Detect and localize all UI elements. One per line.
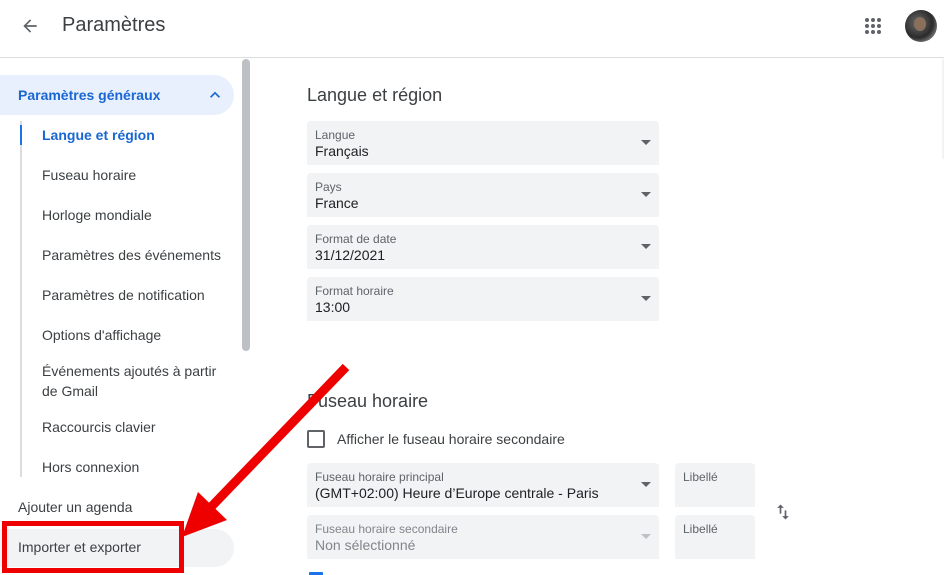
sidebar-item-display-options[interactable]: Options d'affichage (42, 325, 232, 345)
field-value: 13:00 (315, 299, 351, 315)
country-select[interactable]: Pays France (307, 173, 659, 217)
dropdown-caret-icon (641, 244, 651, 249)
date-format-select[interactable]: Format de date 31/12/2021 (307, 225, 659, 269)
dropdown-caret-icon (641, 534, 651, 539)
field-label: Fuseau horaire secondaire (315, 522, 458, 536)
apps-grid-icon (865, 18, 881, 34)
secondary-timezone-checkbox[interactable] (307, 430, 325, 448)
field-value: (GMT+02:00) Heure d’Europe centrale - Pa… (315, 485, 599, 501)
checkbox-label: Afficher le fuseau horaire secondaire (337, 431, 565, 447)
annotation-highlight-box (2, 521, 184, 573)
field-label: Langue (315, 128, 356, 142)
sidebar-item-gmail-events[interactable]: Événements ajoutés à partir de Gmail (42, 361, 232, 401)
user-avatar[interactable] (905, 10, 937, 42)
swap-timezones-button[interactable] (770, 499, 796, 525)
subnav-divider (20, 121, 22, 477)
arrow-back-icon (23, 19, 37, 33)
active-indicator (20, 125, 22, 145)
sidebar-item-offline[interactable]: Hors connexion (42, 457, 232, 477)
field-label: Libellé (683, 522, 718, 536)
secondary-timezone-select[interactable]: Fuseau horaire secondaire Non sélectionn… (307, 515, 659, 559)
section-title-timezone: Fuseau horaire (307, 391, 429, 411)
sidebar-item-world-clock[interactable]: Horloge mondiale (42, 205, 232, 225)
secondary-timezone-toggle[interactable]: Afficher le fuseau horaire secondaire (307, 429, 565, 449)
sidebar-item-language-region[interactable]: Langue et région (42, 125, 232, 145)
language-select[interactable]: Langue Français (307, 121, 659, 165)
sidebar-item-general-settings[interactable]: Paramètres généraux (0, 75, 234, 115)
sidebar-item-event-settings[interactable]: Paramètres des événements (42, 245, 232, 265)
secondary-timezone-label-input[interactable]: Libellé (675, 515, 755, 559)
field-label: Libellé (683, 470, 718, 484)
field-label: Pays (315, 180, 342, 194)
apps-button[interactable] (853, 6, 893, 46)
sidebar-item-keyboard-shortcuts[interactable]: Raccourcis clavier (42, 417, 232, 437)
field-label: Format horaire (315, 284, 394, 298)
app-header: Paramètres (0, 0, 944, 58)
dropdown-caret-icon (641, 296, 651, 301)
primary-timezone-label-input[interactable]: Libellé (675, 463, 755, 507)
field-value: 31/12/2021 (315, 247, 386, 263)
field-value: Non sélectionné (315, 537, 416, 553)
chevron-up-icon[interactable] (205, 85, 225, 105)
field-label: Fuseau horaire principal (315, 470, 444, 484)
dropdown-caret-icon (641, 140, 651, 145)
section-title-language-region: Langue et région (307, 85, 443, 105)
primary-timezone-select[interactable]: Fuseau horaire principal (GMT+02:00) Heu… (307, 463, 659, 507)
page-title: Paramètres (62, 14, 166, 36)
field-value: Français (315, 143, 369, 159)
sidebar-item-timezone[interactable]: Fuseau horaire (42, 165, 232, 185)
sidebar-item-add-calendar[interactable]: Ajouter un agenda (18, 499, 218, 515)
sidebar-scrollbar[interactable] (242, 59, 250, 351)
field-label: Format de date (315, 232, 397, 246)
dropdown-caret-icon (641, 482, 651, 487)
settings-content: Langue et région Langue Français Pays Fr… (250, 59, 944, 575)
dropdown-caret-icon (641, 192, 651, 197)
time-format-select[interactable]: Format horaire 13:00 (307, 277, 659, 321)
field-value: France (315, 195, 359, 211)
sidebar-item-label: Paramètres généraux (18, 87, 161, 103)
back-button[interactable] (10, 6, 50, 46)
swap-vertical-icon (777, 504, 789, 520)
settings-sidebar: Paramètres généraux Langue et région Fus… (0, 59, 250, 575)
sidebar-item-notification-settings[interactable]: Paramètres de notification (42, 285, 232, 305)
